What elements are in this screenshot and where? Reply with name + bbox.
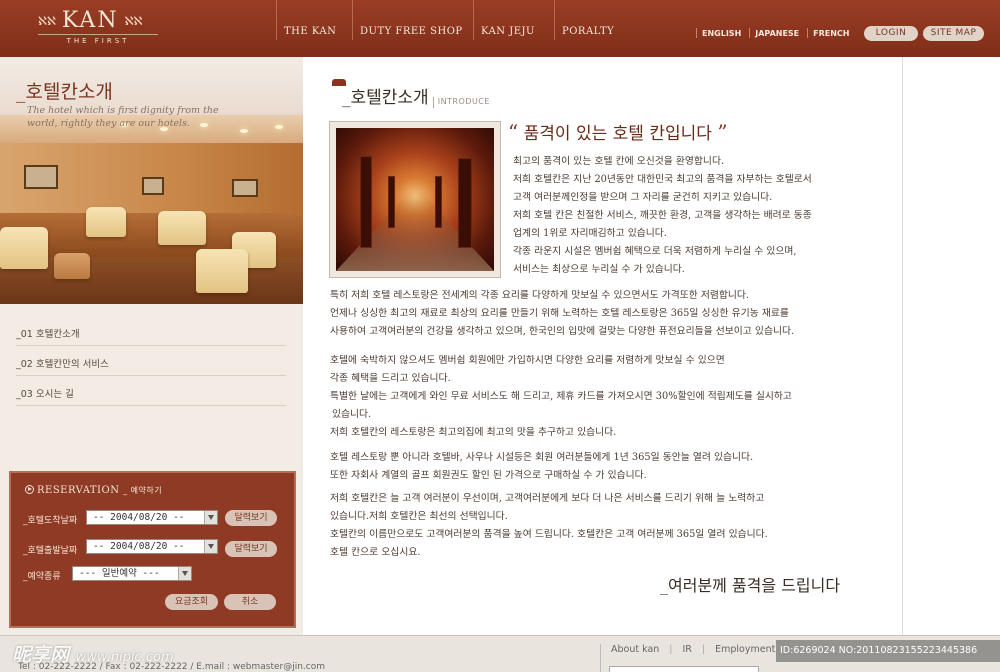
open-quote-mark: “ — [508, 120, 519, 144]
chevron-down-icon — [204, 540, 217, 553]
rate-search-button[interactable]: 요금조회 — [165, 594, 218, 610]
reservation-box: RESERVATION _ 예약하기 _호텔도착날짜 -- 2004/08/20… — [9, 471, 296, 628]
language-links: ENGLISH JAPANESE FRENCH — [696, 28, 858, 38]
nav-poralty[interactable]: PORALTY — [554, 0, 634, 40]
headline-quote: “ 품격이 있는 호텔 칸입니다 ” — [508, 120, 728, 144]
chevron-down-icon — [204, 511, 217, 524]
main-nav: THE KAN DUTY FREE SHOP KAN JEJU PORALTY — [276, 0, 634, 40]
login-button[interactable]: LOGIN — [864, 26, 918, 41]
lang-french[interactable]: FRENCH — [807, 28, 857, 38]
checkout-date-select[interactable]: -- 2004/08/20 -- — [86, 539, 218, 554]
cancel-button[interactable]: 취소 — [224, 594, 276, 610]
sitemap-button[interactable]: SITE MAP — [923, 26, 984, 41]
play-circle-icon — [25, 485, 34, 494]
lang-english[interactable]: ENGLISH — [696, 28, 749, 38]
logo-ornament-left: ℵℵ — [38, 13, 56, 28]
reservation-title: RESERVATION _ 예약하기 — [25, 485, 162, 496]
header: ℵℵ KAN ℵℵ THE FIRST THE KAN DUTY FREE SH… — [0, 0, 1000, 57]
facilities-paragraph: 호텔 레스토랑 뿐 아니라 호텔바, 사우나 시설등은 회원 여러분들에게 1년… — [330, 452, 754, 481]
logo-subtitle: THE FIRST — [38, 34, 158, 45]
membership-paragraph: 호텔에 숙박하지 않으셔도 멤버쉽 회원에만 가입하시면 다양한 요리를 저렴하… — [330, 355, 792, 438]
watermark: 昵享网 www.nipic.com — [12, 644, 174, 666]
checkout-calendar-button[interactable]: 달력보기 — [225, 541, 277, 557]
restaurant-paragraph: 특히 저희 호텔 레스토랑은 전세계의 각종 요리를 다양하게 맛보실 수 있으… — [330, 290, 795, 337]
closing-slogan: _여러분께 품격을 드립니다 — [660, 576, 841, 595]
hero-title: _호텔칸소개 — [16, 81, 113, 103]
checkin-label: _호텔도착날짜 — [23, 516, 78, 526]
lang-japanese[interactable]: JAPANESE — [749, 28, 807, 38]
nav-the-kan[interactable]: THE KAN — [276, 0, 352, 40]
checkin-date-select[interactable]: -- 2004/08/20 -- — [86, 510, 218, 525]
side-menu-item-directions[interactable]: _03 오시는 길 — [16, 376, 286, 406]
side-menu-item-intro[interactable]: _01 호텔칸소개 — [16, 316, 286, 346]
title-marker-icon — [332, 79, 346, 86]
side-menu: _01 호텔칸소개 _02 호텔칸만의 서비스 _03 오시는 길 — [16, 316, 286, 406]
checkin-calendar-button[interactable]: 달력보기 — [225, 510, 277, 526]
corridor-photo — [329, 121, 501, 278]
hero-image: _호텔칸소개 The hotel which is first dignity … — [0, 57, 303, 304]
logo-text: KAN — [61, 8, 119, 33]
reservation-type-label: _예약종류 — [23, 572, 61, 582]
nav-kan-jeju[interactable]: KAN JEJU — [473, 0, 554, 40]
side-menu-item-services[interactable]: _02 호텔칸만의 서비스 — [16, 346, 286, 376]
nav-duty-free-shop[interactable]: DUTY FREE SHOP — [352, 0, 473, 40]
family-site-select[interactable] — [609, 666, 759, 672]
image-id-badge: ID:6269024 NO:20110823155223445386 — [776, 640, 1000, 662]
intro-paragraph: 최고의 품격이 있는 호텔 칸에 오신것을 환영합니다. 저희 호텔칸은 지난 … — [513, 156, 812, 275]
chevron-down-icon — [178, 567, 191, 580]
page-title: _호텔칸소개 INTRODUCE — [332, 79, 490, 108]
logo-ornament-right: ℵℵ — [124, 13, 143, 28]
customer-paragraph: 저희 호텔칸은 늘 고객 여러분이 우선이며, 고객여러분에게 보다 더 나은 … — [330, 493, 768, 558]
reservation-type-select[interactable]: --- 일반예약 --- — [72, 566, 192, 581]
close-quote-mark: ” — [717, 120, 728, 144]
logo[interactable]: ℵℵ KAN ℵℵ THE FIRST — [38, 8, 158, 45]
hero-subtitle: The hotel which is first dignity from th… — [27, 105, 219, 129]
checkout-label: _호텔출발날짜 — [23, 546, 78, 556]
